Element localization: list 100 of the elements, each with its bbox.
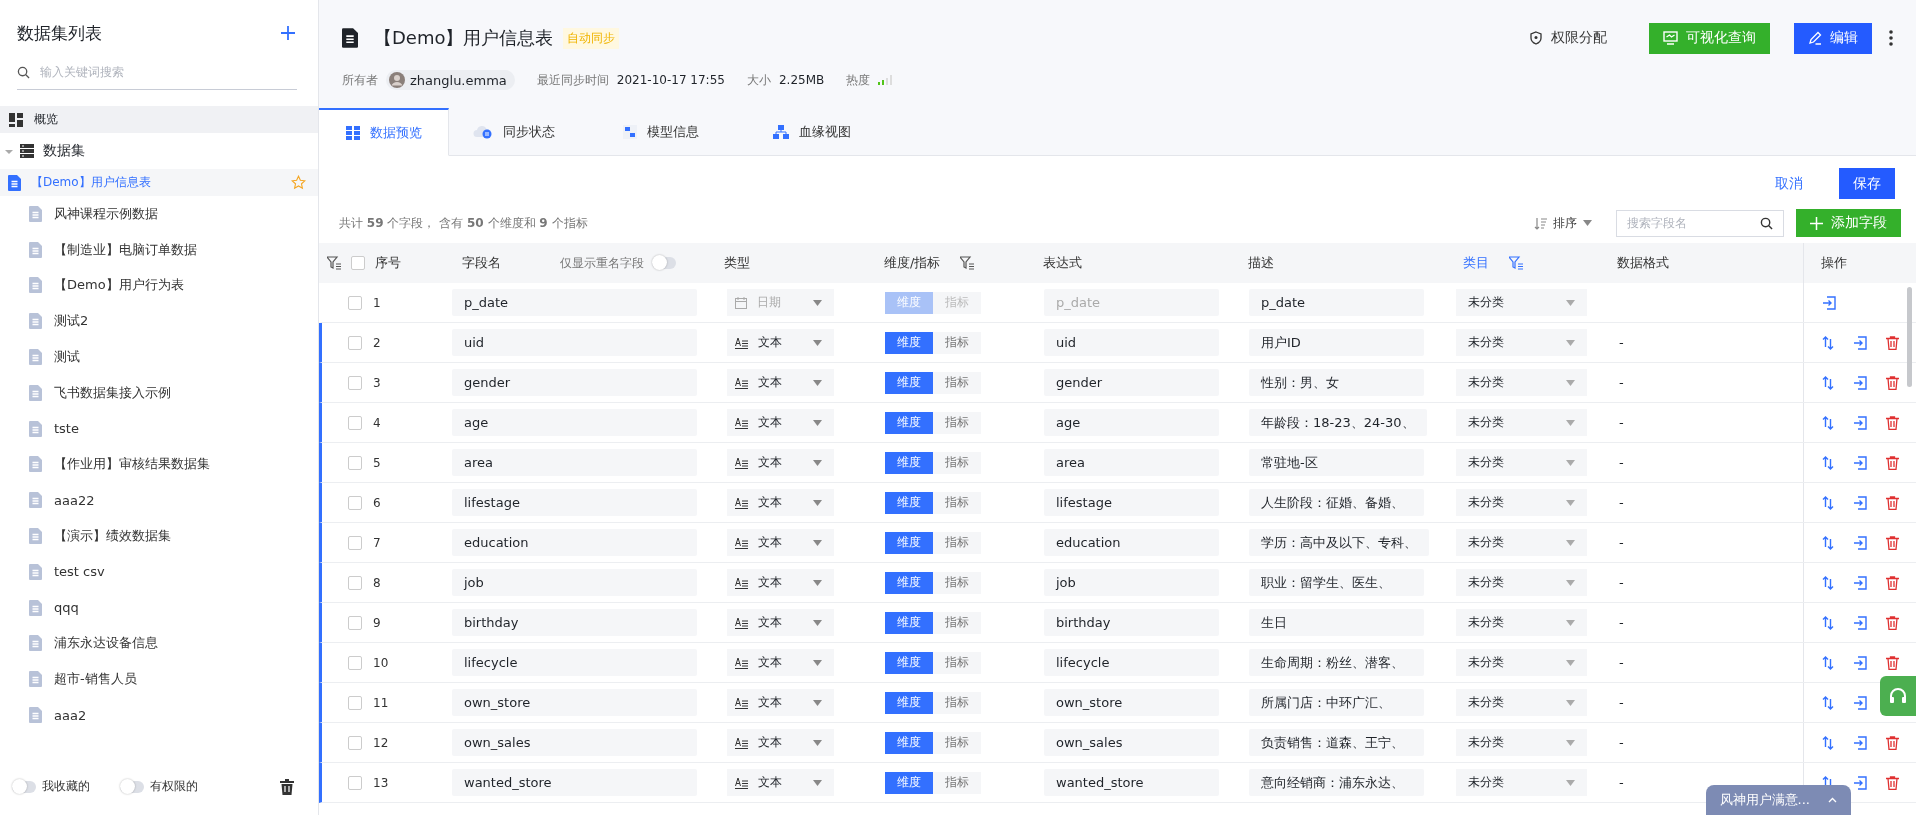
expression-input[interactable]: job [1044, 569, 1219, 596]
type-select[interactable]: 文本 [727, 769, 834, 796]
category-select[interactable]: 未分类 [1456, 529, 1587, 556]
metric-option[interactable]: 指标 [933, 331, 981, 354]
sort-arrows-icon[interactable] [1822, 375, 1834, 390]
dataset-item[interactable]: test csv [0, 553, 318, 590]
dataset-item[interactable]: 风神课程示例数据 [0, 196, 318, 232]
field-name-input[interactable]: age [452, 409, 697, 436]
delete-icon[interactable] [1886, 495, 1899, 510]
dimension-option[interactable]: 维度 [885, 531, 933, 554]
dataset-item[interactable]: 测试2 [0, 303, 318, 340]
description-input[interactable]: 性别：男、女 [1249, 369, 1424, 396]
delete-icon[interactable] [1886, 735, 1899, 750]
dataset-item[interactable]: 超市-销售人员 [0, 661, 318, 698]
metric-option[interactable]: 指标 [933, 731, 981, 754]
field-name-input[interactable]: gender [452, 369, 697, 396]
metric-option[interactable]: 指标 [933, 651, 981, 674]
dimension-option[interactable]: 维度 [885, 771, 933, 794]
row-checkbox[interactable] [348, 615, 362, 630]
dataset-item[interactable]: aaa2 [0, 697, 318, 733]
dimension-option[interactable]: 维度 [885, 331, 933, 354]
sort-arrows-icon[interactable] [1822, 695, 1834, 710]
description-input[interactable]: 生日 [1249, 609, 1424, 636]
type-select[interactable]: 文本 [727, 689, 834, 716]
type-select[interactable]: 文本 [727, 729, 834, 756]
type-select[interactable]: 文本 [727, 449, 834, 476]
row-checkbox[interactable] [348, 375, 362, 390]
expression-input[interactable]: uid [1044, 329, 1219, 356]
description-input[interactable]: 职业：留学生、医生、 [1249, 569, 1424, 596]
description-input[interactable]: 所属门店：中环广汇、 [1249, 689, 1424, 716]
dataset-item[interactable]: 测试 [0, 339, 318, 375]
metric-option[interactable]: 指标 [933, 451, 981, 474]
category-select[interactable]: 未分类 [1456, 409, 1587, 436]
category-select[interactable]: 未分类 [1456, 769, 1587, 796]
row-checkbox[interactable] [348, 295, 362, 310]
dimension-option[interactable]: 维度 [885, 411, 933, 434]
dimension-option[interactable]: 维度 [885, 611, 933, 634]
expression-input[interactable]: own_sales [1044, 729, 1219, 756]
sort-arrows-icon[interactable] [1822, 535, 1834, 550]
expression-input[interactable]: gender [1044, 369, 1219, 396]
delete-icon[interactable] [1886, 535, 1899, 550]
type-select[interactable]: 文本 [727, 489, 834, 516]
description-input[interactable]: 生命周期：粉丝、潜客、 [1249, 649, 1424, 676]
nav-item[interactable]: 数据集 [0, 133, 318, 169]
category-select[interactable]: 未分类 [1456, 689, 1587, 716]
field-name-input[interactable]: job [452, 569, 697, 596]
category-select[interactable]: 未分类 [1456, 449, 1587, 476]
category-select[interactable]: 未分类 [1456, 609, 1587, 636]
sort-arrows-icon[interactable] [1822, 335, 1834, 350]
row-checkbox[interactable] [348, 695, 362, 710]
dataset-item[interactable]: qqq [0, 589, 318, 626]
category-select[interactable]: 未分类 [1456, 569, 1587, 596]
toggle-switch[interactable] [120, 780, 144, 793]
metric-option[interactable]: 指标 [933, 771, 981, 794]
dimension-option[interactable]: 维度 [885, 491, 933, 514]
type-select[interactable]: 文本 [727, 649, 834, 676]
import-icon[interactable] [1853, 575, 1867, 590]
description-input[interactable]: 人生阶段：征婚、备婚、 [1249, 489, 1424, 516]
permission-button[interactable]: 权限分配 [1515, 22, 1621, 54]
row-checkbox[interactable] [348, 495, 362, 510]
delete-icon[interactable] [1886, 455, 1899, 470]
expression-input[interactable]: birthday [1044, 609, 1219, 636]
row-checkbox[interactable] [348, 735, 362, 750]
description-input[interactable]: 常驻地-区 [1249, 449, 1424, 476]
dataset-item[interactable]: 【Demo】用户信息表 [0, 169, 318, 196]
filter-icon[interactable] [960, 256, 975, 270]
owner-chip[interactable]: zhanglu.emma [386, 70, 515, 90]
description-input[interactable]: 年龄段：18-23、24-30、 [1249, 409, 1427, 436]
support-button[interactable] [1880, 676, 1916, 716]
metric-option[interactable]: 指标 [933, 411, 981, 434]
filter-icon[interactable] [327, 256, 341, 270]
import-icon[interactable] [1853, 375, 1867, 390]
import-icon[interactable] [1822, 295, 1836, 310]
field-name-input[interactable]: own_store [452, 689, 697, 716]
row-checkbox[interactable] [348, 415, 362, 430]
category-select[interactable]: 未分类 [1456, 649, 1587, 676]
sort-arrows-icon[interactable] [1822, 655, 1834, 670]
delete-icon[interactable] [1886, 575, 1899, 590]
dataset-item[interactable]: 【Demo】用户行为表 [0, 267, 318, 304]
tab[interactable]: 模型信息 [599, 108, 749, 156]
import-icon[interactable] [1853, 535, 1867, 550]
type-select[interactable]: 文本 [727, 409, 834, 436]
field-name-input[interactable]: p_date [452, 289, 697, 316]
expression-input[interactable]: own_store [1044, 689, 1219, 716]
import-icon[interactable] [1853, 735, 1867, 750]
select-all-checkbox[interactable] [351, 256, 365, 270]
row-checkbox[interactable] [348, 655, 362, 670]
dataset-item[interactable]: aaa22 [0, 482, 318, 519]
save-button[interactable]: 保存 [1839, 168, 1895, 199]
row-checkbox[interactable] [348, 335, 362, 350]
category-select[interactable]: 未分类 [1456, 289, 1587, 316]
delete-icon[interactable] [1886, 415, 1899, 430]
sort-arrows-icon[interactable] [1822, 575, 1834, 590]
sort-arrows-icon[interactable] [1822, 415, 1834, 430]
category-select[interactable]: 未分类 [1456, 369, 1587, 396]
dimension-option[interactable]: 维度 [885, 371, 933, 394]
expression-input[interactable]: lifestage [1044, 489, 1219, 516]
tab[interactable]: 同步状态 [449, 108, 599, 156]
tab[interactable]: 数据预览 [319, 108, 449, 156]
field-name-input[interactable]: uid [452, 329, 697, 356]
